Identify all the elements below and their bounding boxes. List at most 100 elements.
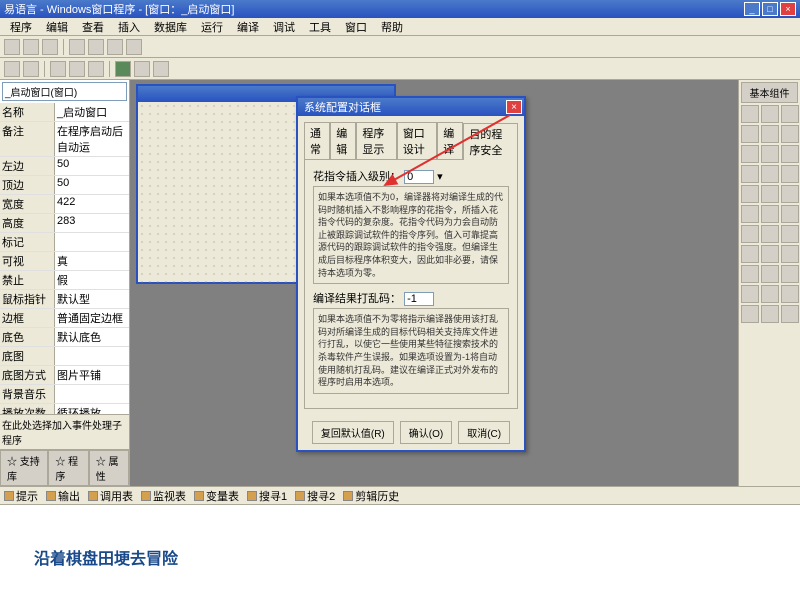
component-tool[interactable] xyxy=(781,185,799,203)
dialog-tab[interactable]: 通常 xyxy=(304,122,330,159)
component-tool[interactable] xyxy=(781,245,799,263)
property-row[interactable]: 播放次数循环播放 xyxy=(0,404,129,414)
component-tool[interactable] xyxy=(741,225,759,243)
object-selector[interactable]: _启动窗口(窗口) xyxy=(2,82,127,101)
pause-button[interactable] xyxy=(134,61,150,77)
component-tool[interactable] xyxy=(761,165,779,183)
component-tool[interactable] xyxy=(761,265,779,283)
component-tool[interactable] xyxy=(781,305,799,323)
output-tab[interactable]: 提示 xyxy=(4,488,38,504)
output-tab[interactable]: 调用表 xyxy=(88,488,133,504)
toolbar-button[interactable] xyxy=(107,39,123,55)
component-tool[interactable] xyxy=(781,125,799,143)
toolbar-button[interactable] xyxy=(4,39,20,55)
component-tool[interactable] xyxy=(781,165,799,183)
toolbar-button[interactable] xyxy=(42,39,58,55)
component-tool[interactable] xyxy=(741,105,759,123)
output-tab[interactable]: 输出 xyxy=(46,488,80,504)
menu-item[interactable]: 工具 xyxy=(303,18,337,36)
output-tab[interactable]: 搜寻2 xyxy=(295,488,335,504)
scramble-input[interactable]: -1 xyxy=(404,292,434,306)
dialog-tab[interactable]: 窗口设计 xyxy=(397,122,437,159)
ok-button[interactable]: 确认(O) xyxy=(400,421,452,444)
component-tool[interactable] xyxy=(761,245,779,263)
maximize-button[interactable]: □ xyxy=(762,2,778,16)
component-tool[interactable] xyxy=(781,225,799,243)
component-tool[interactable] xyxy=(781,105,799,123)
component-tool[interactable] xyxy=(741,265,759,283)
property-row[interactable]: 背景音乐 xyxy=(0,385,129,404)
property-row[interactable]: 备注在程序启动后自动运 xyxy=(0,122,129,157)
menu-item[interactable]: 帮助 xyxy=(375,18,409,36)
property-row[interactable]: 名称_启动窗口 xyxy=(0,103,129,122)
component-tool[interactable] xyxy=(741,205,759,223)
component-tool[interactable] xyxy=(761,105,779,123)
panel-tab[interactable]: ☆ 程序 xyxy=(48,450,88,486)
toolbar-button[interactable] xyxy=(50,61,66,77)
dialog-tab[interactable]: 目的程序安全 xyxy=(463,123,518,160)
menu-item[interactable]: 编译 xyxy=(231,18,265,36)
event-selector[interactable]: 在此处选择加入事件处理子程序 xyxy=(0,414,129,449)
component-tool[interactable] xyxy=(741,185,759,203)
component-tool[interactable] xyxy=(761,125,779,143)
toolbar-button[interactable] xyxy=(23,39,39,55)
menu-item[interactable]: 窗口 xyxy=(339,18,373,36)
menu-item[interactable]: 查看 xyxy=(76,18,110,36)
output-tab[interactable]: 监视表 xyxy=(141,488,186,504)
component-tool[interactable] xyxy=(741,125,759,143)
component-tool[interactable] xyxy=(761,185,779,203)
component-tool[interactable] xyxy=(741,305,759,323)
property-row[interactable]: 底色默认底色 xyxy=(0,328,129,347)
component-tool[interactable] xyxy=(741,165,759,183)
property-row[interactable]: 底图 xyxy=(0,347,129,366)
dialog-tab[interactable]: 编辑 xyxy=(330,122,356,159)
menu-item[interactable]: 数据库 xyxy=(148,18,193,36)
property-row[interactable]: 可视真 xyxy=(0,252,129,271)
toolbar-button[interactable] xyxy=(88,39,104,55)
toolbar-button[interactable] xyxy=(69,61,85,77)
component-tool[interactable] xyxy=(761,285,779,303)
property-row[interactable]: 高度283 xyxy=(0,214,129,233)
restore-default-button[interactable]: 复回默认值(R) xyxy=(312,421,394,444)
stop-button[interactable] xyxy=(153,61,169,77)
component-tool[interactable] xyxy=(741,285,759,303)
property-row[interactable]: 左边50 xyxy=(0,157,129,176)
dialog-tab[interactable]: 编译 xyxy=(437,122,463,159)
component-tool[interactable] xyxy=(781,145,799,163)
output-tab[interactable]: 剪辑历史 xyxy=(343,488,399,504)
cancel-button[interactable]: 取消(C) xyxy=(458,421,510,444)
dialog-close-button[interactable]: × xyxy=(506,100,522,114)
property-row[interactable]: 鼠标指针默认型 xyxy=(0,290,129,309)
property-row[interactable]: 顶边50 xyxy=(0,176,129,195)
output-tab[interactable]: 搜寻1 xyxy=(247,488,287,504)
dialog-titlebar[interactable]: 系统配置对话框 × xyxy=(298,98,524,116)
component-tool[interactable] xyxy=(781,265,799,283)
menu-item[interactable]: 运行 xyxy=(195,18,229,36)
property-row[interactable]: 宽度422 xyxy=(0,195,129,214)
component-tool[interactable] xyxy=(761,205,779,223)
menu-item[interactable]: 程序 xyxy=(4,18,38,36)
properties-table[interactable]: 名称_启动窗口备注在程序启动后自动运左边50顶边50宽度422高度283标记可视… xyxy=(0,103,129,414)
flower-level-input[interactable]: 0 xyxy=(404,170,434,184)
menu-item[interactable]: 插入 xyxy=(112,18,146,36)
toolbar-button[interactable] xyxy=(4,61,20,77)
output-tab[interactable]: 变量表 xyxy=(194,488,239,504)
property-row[interactable]: 禁止假 xyxy=(0,271,129,290)
component-tool[interactable] xyxy=(781,205,799,223)
property-row[interactable]: 边框普通固定边框 xyxy=(0,309,129,328)
close-button[interactable]: × xyxy=(780,2,796,16)
component-tool[interactable] xyxy=(741,145,759,163)
component-tool[interactable] xyxy=(781,285,799,303)
dialog-tab[interactable]: 程序显示 xyxy=(356,122,396,159)
toolbar-button[interactable] xyxy=(23,61,39,77)
property-row[interactable]: 标记 xyxy=(0,233,129,252)
component-tool[interactable] xyxy=(761,305,779,323)
component-tool[interactable] xyxy=(741,245,759,263)
toolbar-button[interactable] xyxy=(126,39,142,55)
toolbar-button[interactable] xyxy=(69,39,85,55)
component-tool[interactable] xyxy=(761,225,779,243)
component-tool[interactable] xyxy=(761,145,779,163)
property-row[interactable]: 底图方式图片平铺 xyxy=(0,366,129,385)
toolbar-button[interactable] xyxy=(88,61,104,77)
run-button[interactable] xyxy=(115,61,131,77)
